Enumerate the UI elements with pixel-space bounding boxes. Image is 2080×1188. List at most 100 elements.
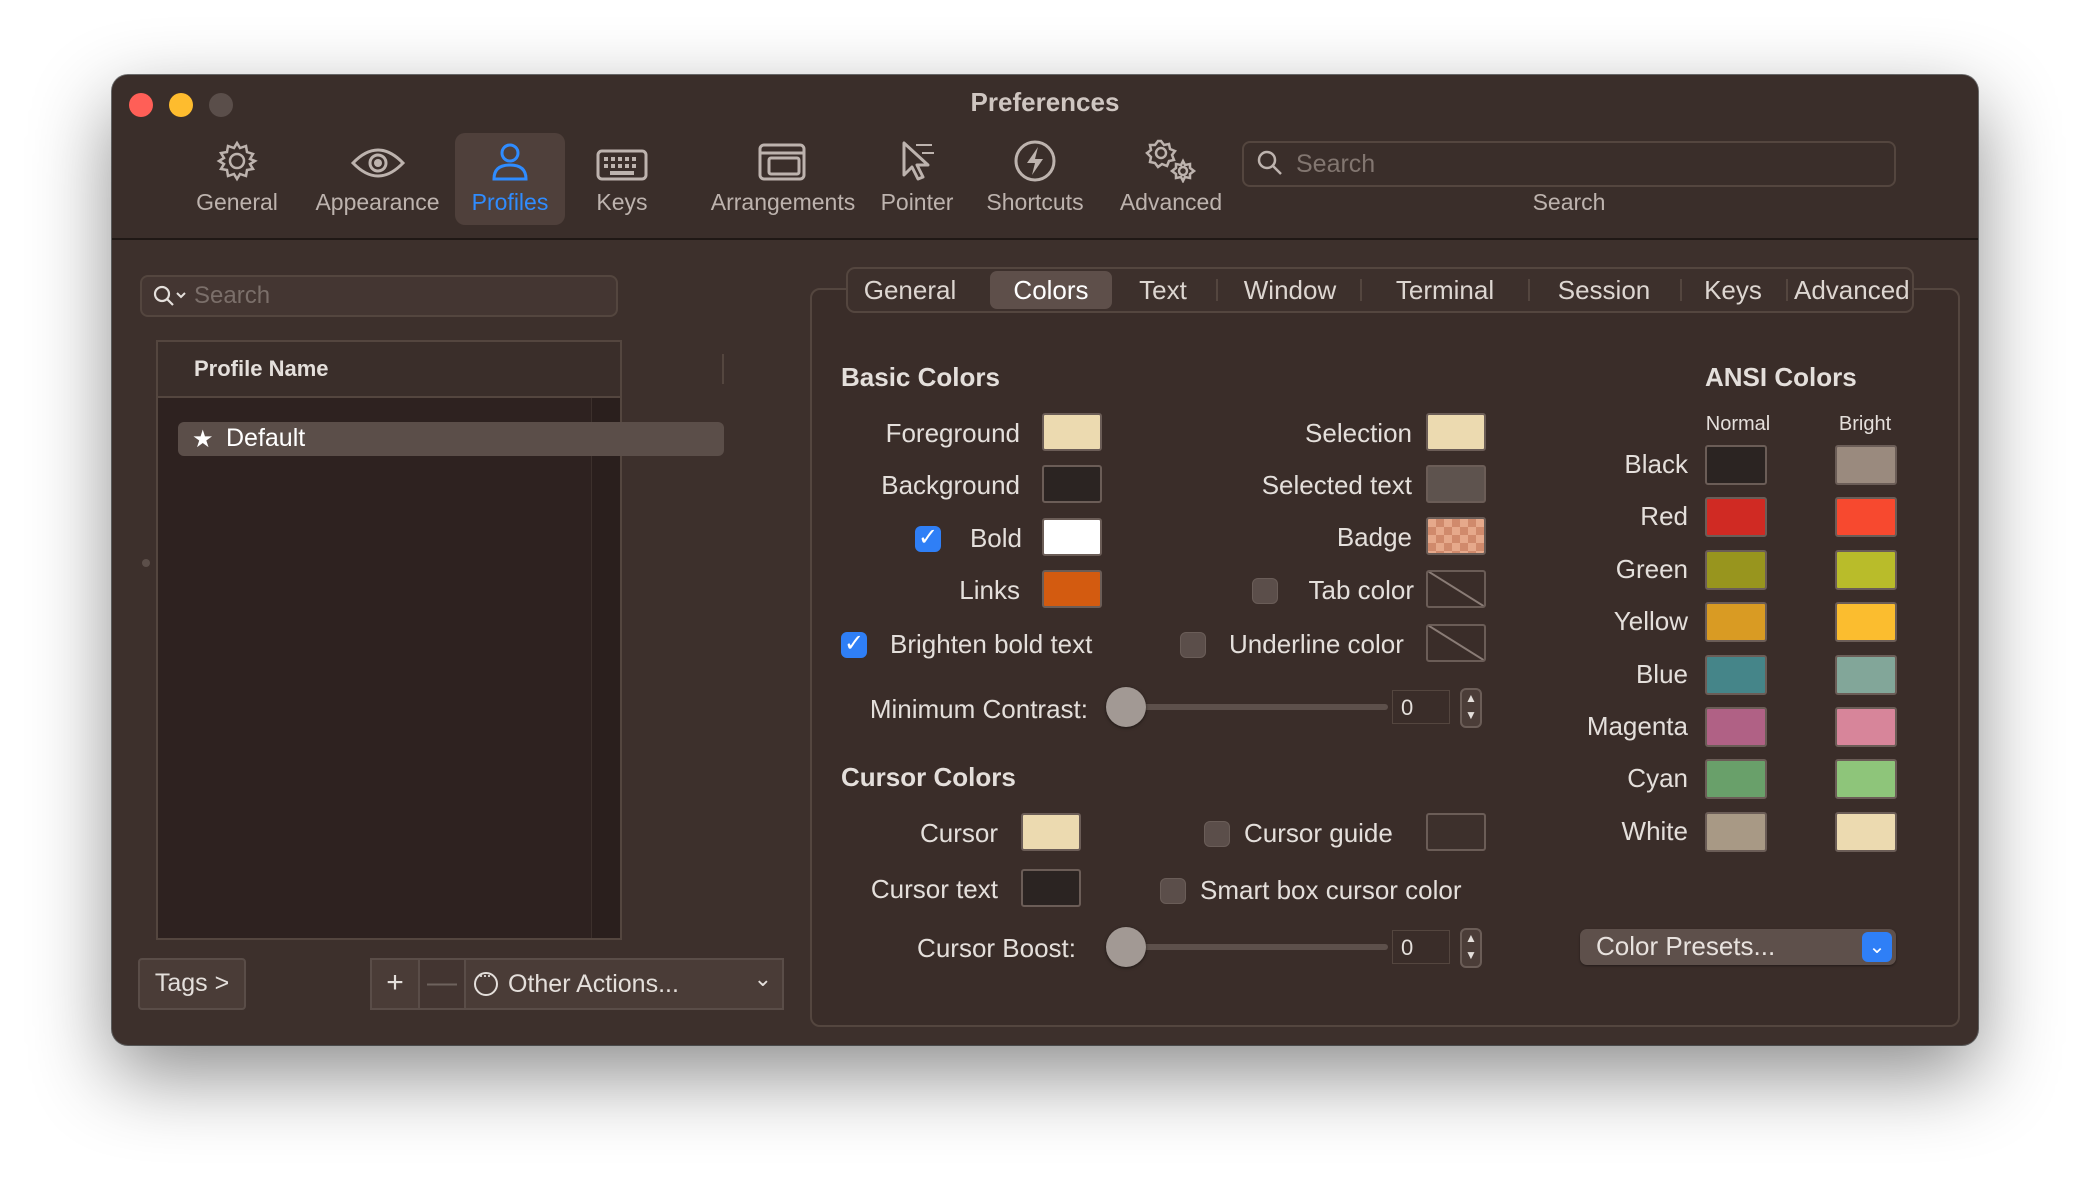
tab-divider	[1360, 279, 1362, 301]
cursor-boost-slider[interactable]	[1106, 927, 1146, 967]
toolbar-appearance[interactable]: Appearance	[310, 133, 445, 225]
profile-table-scrollbar[interactable]	[591, 398, 620, 938]
ansi-normal-header: Normal	[1705, 413, 1771, 435]
toolbar-advanced[interactable]: Advanced	[1108, 133, 1234, 225]
selected-text-color-swatch[interactable]	[1426, 465, 1486, 503]
tab-color-checkbox[interactable]	[1252, 578, 1278, 604]
selection-label: Selection	[1305, 418, 1412, 448]
toolbar-shortcuts[interactable]: Shortcuts	[974, 133, 1096, 225]
title-bar: Preferences General Appearance Profiles …	[112, 75, 1978, 240]
cursor-text-label: Cursor text	[870, 874, 998, 904]
other-actions-menu[interactable]: Other Actions... ⌄	[464, 958, 784, 1010]
ansi-green-label: Green	[1615, 553, 1688, 584]
ansi-yellow-label: Yellow	[1613, 606, 1688, 637]
tab-color-label: Tab color	[1308, 575, 1415, 605]
ansi-blue-normal-swatch[interactable]	[1705, 654, 1767, 695]
toolbar-general[interactable]: General	[192, 133, 282, 225]
ansi-bright-header: Bright	[1838, 413, 1892, 435]
remove-profile-button[interactable]: —	[418, 958, 466, 1010]
underline-color-checkbox[interactable]	[1180, 632, 1206, 658]
ansi-cyan-bright-swatch[interactable]	[1835, 759, 1897, 800]
search-icon	[153, 285, 186, 306]
split-handle[interactable]	[142, 559, 150, 567]
badge-color-swatch[interactable]	[1426, 517, 1486, 555]
tab-keys[interactable]: Keys	[1688, 271, 1778, 309]
cursor-boost-field[interactable]: 0	[1392, 930, 1450, 964]
tab-window[interactable]: Window	[1228, 271, 1352, 309]
ansi-red-normal-swatch[interactable]	[1705, 497, 1767, 538]
toolbar-profiles[interactable]: Profiles	[455, 133, 565, 225]
cursor-boost-track[interactable]	[1126, 944, 1388, 950]
tab-color-swatch[interactable]	[1426, 570, 1486, 608]
profile-name-column-header: Profile Name	[194, 356, 329, 381]
color-presets-label: Color Presets...	[1596, 931, 1776, 961]
ansi-green-bright-swatch[interactable]	[1835, 549, 1897, 590]
tab-colors[interactable]: Colors	[990, 271, 1112, 309]
ansi-yellow-normal-swatch[interactable]	[1705, 602, 1767, 643]
tab-advanced[interactable]: Advanced	[1794, 271, 1910, 309]
ansi-blue-bright-swatch[interactable]	[1835, 654, 1897, 695]
tab-general[interactable]: General	[856, 271, 964, 309]
ansi-magenta-normal-swatch[interactable]	[1705, 707, 1767, 747]
tab-terminal[interactable]: Terminal	[1370, 271, 1520, 309]
background-color-swatch[interactable]	[1042, 465, 1102, 503]
minimum-contrast-track[interactable]	[1126, 704, 1388, 710]
ansi-green-normal-swatch[interactable]	[1705, 549, 1767, 590]
other-actions-label: Other Actions...	[508, 970, 679, 998]
links-label: Links	[959, 575, 1020, 605]
profile-search-field[interactable]: Search	[140, 275, 618, 317]
toolbar-keys-label: Keys	[596, 189, 648, 215]
tab-text[interactable]: Text	[1118, 271, 1208, 309]
minimum-contrast-field[interactable]: 0	[1392, 690, 1450, 724]
cursor-guide-color-swatch[interactable]	[1426, 813, 1486, 851]
color-presets-menu[interactable]: Color Presets... ⌄	[1580, 929, 1896, 965]
ansi-magenta-bright-swatch[interactable]	[1835, 707, 1897, 747]
ansi-black-bright-swatch[interactable]	[1835, 445, 1897, 485]
tags-button[interactable]: Tags >	[138, 958, 246, 1010]
cursor-boost-stepper[interactable]: ▲ ▼	[1460, 928, 1482, 968]
profile-table-header[interactable]: Profile Name	[158, 342, 724, 398]
cursor-boost-label: Cursor Boost:	[917, 933, 1076, 963]
profile-search-placeholder: Search	[194, 282, 271, 309]
minimum-contrast-stepper[interactable]: ▲ ▼	[1460, 688, 1482, 728]
keyboard-icon	[582, 133, 662, 183]
tab-divider	[1680, 279, 1682, 301]
ansi-cyan-normal-swatch[interactable]	[1705, 759, 1767, 800]
toolbar-pointer[interactable]: Pointer	[862, 133, 972, 225]
ansi-black-normal-swatch[interactable]	[1705, 445, 1767, 485]
minimum-contrast-slider[interactable]	[1106, 687, 1146, 727]
bold-checkbox[interactable]	[915, 523, 941, 552]
minimum-contrast-label: Minimum Contrast:	[869, 694, 1088, 724]
profile-row-default[interactable]: ★ Default	[178, 422, 724, 456]
add-profile-button[interactable]: +	[370, 958, 420, 1010]
ansi-white-bright-swatch[interactable]	[1835, 811, 1897, 852]
tab-divider	[1216, 279, 1218, 301]
ansi-red-bright-swatch[interactable]	[1835, 497, 1897, 538]
ansi-white-normal-swatch[interactable]	[1705, 811, 1767, 852]
toolbar-search-label: Search	[1532, 189, 1606, 215]
window-title: Preferences	[970, 87, 1120, 117]
underline-color-swatch[interactable]	[1426, 624, 1486, 662]
ansi-yellow-bright-swatch[interactable]	[1835, 602, 1897, 643]
toolbar-search-field[interactable]: Search	[1242, 141, 1896, 187]
foreground-color-swatch[interactable]	[1042, 413, 1102, 451]
selection-color-swatch[interactable]	[1426, 413, 1486, 451]
pointer-icon	[862, 133, 972, 183]
bold-color-swatch[interactable]	[1042, 518, 1102, 556]
links-color-swatch[interactable]	[1042, 570, 1102, 608]
toolbar-arrangements[interactable]: Arrangements	[686, 133, 880, 225]
selected-text-label: Selected text	[1261, 470, 1412, 500]
cursor-guide-checkbox[interactable]	[1204, 821, 1230, 847]
ansi-blue-label: Blue	[1635, 658, 1688, 689]
toolbar-general-label: General	[196, 189, 278, 215]
toolbar-keys[interactable]: Keys	[582, 133, 662, 225]
brighten-bold-checkbox[interactable]	[841, 629, 867, 658]
cursor-color-swatch[interactable]	[1021, 813, 1081, 851]
smart-box-cursor-checkbox[interactable]	[1160, 878, 1186, 904]
cursor-text-color-swatch[interactable]	[1021, 869, 1081, 907]
toolbar-search-placeholder: Search	[1296, 150, 1376, 178]
tab-session[interactable]: Session	[1536, 271, 1672, 309]
ansi-white-label: White	[1621, 815, 1688, 846]
toolbar-advanced-label: Advanced	[1119, 189, 1223, 215]
person-icon	[455, 133, 565, 183]
